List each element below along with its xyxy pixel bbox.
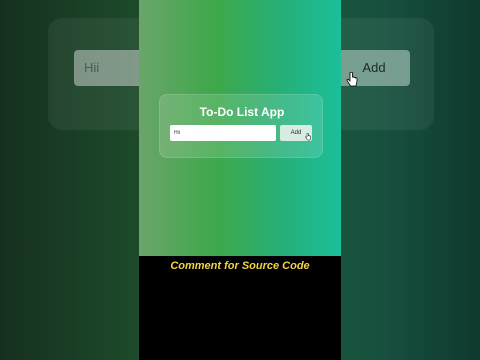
- app-title: To-Do List App: [199, 105, 285, 119]
- hand-pointer-cursor-icon: [346, 72, 358, 88]
- caption-text: Comment for Source Code: [170, 260, 310, 272]
- video-frame: Hii Add To-Do List App Add Comment for S…: [0, 0, 480, 360]
- todo-input[interactable]: [170, 125, 276, 141]
- todo-card: To-Do List App Add: [159, 94, 323, 158]
- hand-pointer-cursor-icon: [305, 133, 311, 141]
- app-viewport: To-Do List App Add: [139, 0, 341, 256]
- phone-screen-recording: To-Do List App Add Comment for Source Co…: [139, 0, 341, 360]
